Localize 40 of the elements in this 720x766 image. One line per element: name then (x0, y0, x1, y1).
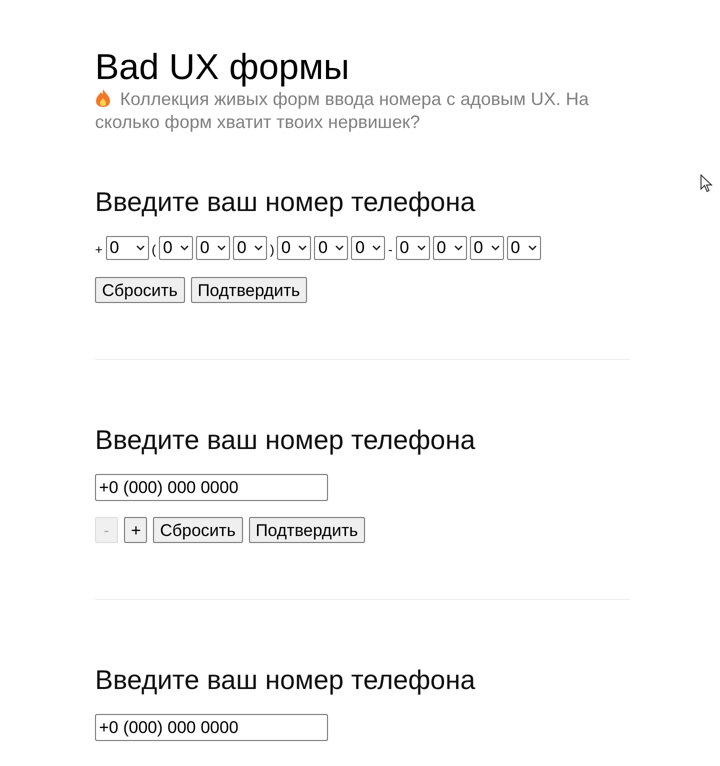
form-button[interactable]: Сбросить (153, 517, 243, 543)
page-subtitle: Коллекция живых форм ввода номера с адовым UX. На сколько форм хватит твоих нервишек? (95, 88, 590, 134)
mouse-cursor-icon (700, 174, 714, 194)
chevron-down-icon (528, 245, 537, 251)
form-heading: Введите ваш номер телефона (95, 664, 476, 696)
separator-text: - (388, 240, 393, 259)
digit-dropdown[interactable]: 0 (106, 236, 149, 260)
digit-dropdown[interactable]: 0 (314, 236, 348, 260)
stepper-button[interactable]: + (124, 517, 147, 543)
chevron-down-icon (454, 245, 463, 251)
chevron-down-icon (254, 245, 263, 251)
form-button[interactable]: Сбросить (95, 277, 185, 303)
form-heading: Введите ваш номер телефона (95, 424, 476, 456)
digit-dropdown[interactable]: 0 (158, 236, 193, 260)
form-button[interactable]: Подтвердить (248, 517, 365, 543)
chevron-down-icon (372, 245, 382, 251)
form-button[interactable]: Подтвердить (190, 277, 307, 303)
digit-dropdown[interactable]: 0 (232, 236, 267, 260)
chevron-down-icon (416, 245, 426, 251)
form-heading: Введите ваш номер телефона (95, 186, 476, 218)
digit-dropdown[interactable]: 0 (277, 236, 312, 260)
separator-text: ( (152, 240, 156, 259)
digit-dropdown[interactable]: 0 (432, 236, 467, 260)
phone-input-field[interactable]: +0 (000) 000 0000 (95, 474, 328, 501)
chevron-down-icon (298, 245, 308, 251)
digit-dropdown[interactable]: 0 (506, 236, 541, 260)
phone-input-field[interactable]: +0 (000) 000 0000 (95, 714, 328, 741)
digit-dropdown[interactable]: 0 (470, 236, 504, 260)
chevron-down-icon (180, 245, 189, 251)
chevron-down-icon (216, 245, 226, 251)
page-title: Bad UX формы (95, 46, 350, 88)
separator-text: ) (270, 240, 274, 259)
separator-text: + (95, 240, 103, 259)
chevron-down-icon (335, 245, 344, 251)
digit-dropdown[interactable]: 0 (351, 236, 386, 260)
digit-dropdown[interactable]: 0 (396, 236, 430, 260)
digit-dropdown[interactable]: 0 (196, 236, 230, 260)
chevron-down-icon (136, 245, 145, 251)
flame-icon (95, 88, 111, 108)
chevron-down-icon (490, 245, 500, 251)
